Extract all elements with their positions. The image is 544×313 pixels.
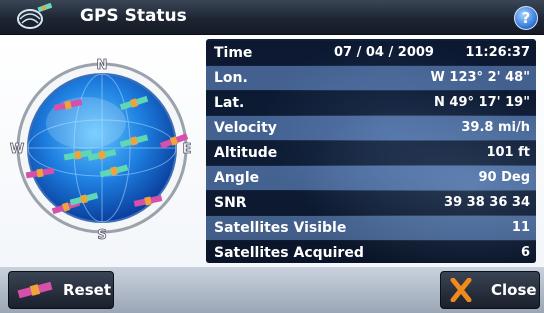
help-button[interactable]: ? xyxy=(514,6,538,30)
compass-east: E xyxy=(183,142,192,157)
close-label: Close xyxy=(491,281,537,299)
info-row-snr: SNR 39 38 36 34 xyxy=(206,191,536,215)
info-value: 6 xyxy=(520,245,530,260)
time-value: 11:26:37 xyxy=(465,45,530,60)
info-label: SNR xyxy=(214,195,247,211)
gps-app-icon xyxy=(17,3,53,29)
compass-north: N xyxy=(97,58,108,73)
info-value: 39.8 mi/h xyxy=(461,120,530,135)
info-row-satellites-acquired: Satellites Acquired 6 xyxy=(206,241,536,263)
compass-south: S xyxy=(97,228,106,243)
info-label: Satellites Acquired xyxy=(214,245,364,261)
satellite-icon xyxy=(17,281,53,299)
info-value: W 123° 2' 48" xyxy=(430,70,530,85)
compass-west: W xyxy=(10,142,24,157)
reset-label: Reset xyxy=(63,281,111,299)
info-label: Angle xyxy=(214,170,260,186)
close-button[interactable]: Close xyxy=(440,271,540,309)
info-value: 39 38 36 34 xyxy=(444,195,530,210)
info-row-angle: Angle 90 Deg xyxy=(206,166,536,190)
main-content: N S E W Time 07 / 04 / 2009 11:26:37 Lon… xyxy=(0,35,544,267)
info-label: Lat. xyxy=(214,95,245,111)
satellite-radar: N S E W xyxy=(9,58,192,243)
info-label: Satellites Visible xyxy=(214,220,347,236)
bottom-toolbar: Reset Close xyxy=(0,267,544,313)
info-row-longitude: Lon. W 123° 2' 48" xyxy=(206,66,536,90)
time-label: Time xyxy=(214,45,253,61)
info-row-latitude: Lat. N 49° 17' 19" xyxy=(206,91,536,115)
title-bar: GPS Status ? xyxy=(0,0,544,35)
info-row-velocity: Velocity 39.8 mi/h xyxy=(206,116,536,140)
date-value: 07 / 04 / 2009 xyxy=(334,45,434,60)
info-row-satellites-visible: Satellites Visible 11 xyxy=(206,216,536,240)
info-row-altitude: Altitude 101 ft xyxy=(206,141,536,165)
info-value: N 49° 17' 19" xyxy=(434,95,530,110)
info-value: 11 xyxy=(511,220,530,235)
reset-button[interactable]: Reset xyxy=(8,271,114,309)
info-label: Altitude xyxy=(214,145,278,161)
info-label: Velocity xyxy=(214,120,277,136)
info-value: 101 ft xyxy=(486,145,530,160)
info-label: Lon. xyxy=(214,70,248,86)
window-title: GPS Status xyxy=(80,6,187,26)
info-value: 90 Deg xyxy=(478,170,530,185)
close-icon xyxy=(450,278,472,302)
gps-info-panel: Time 07 / 04 / 2009 11:26:37 Lon. W 123°… xyxy=(206,39,536,263)
info-row-time: Time 07 / 04 / 2009 11:26:37 xyxy=(206,41,536,65)
